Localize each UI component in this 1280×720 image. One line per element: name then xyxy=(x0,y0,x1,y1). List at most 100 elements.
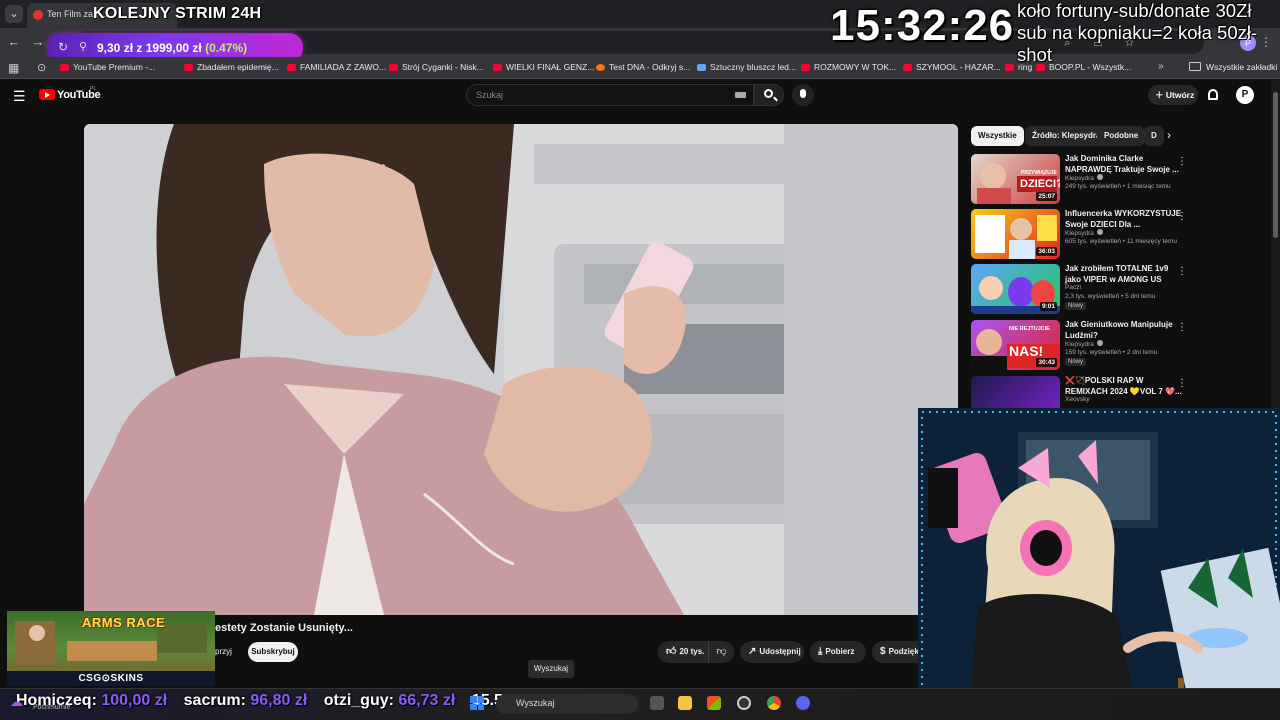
bookmark-item[interactable]: YouTube Premium -... xyxy=(60,62,155,72)
webcam-scene-illustration xyxy=(918,408,1280,720)
verified-badge-icon xyxy=(1096,340,1103,346)
subscribe-button[interactable]: Subskrybuj xyxy=(248,642,298,662)
task-view-icon[interactable] xyxy=(650,696,664,710)
apps-grid-icon[interactable]: ▦ xyxy=(8,61,19,75)
notifications-bell-icon[interactable] xyxy=(1208,89,1218,100)
share-button[interactable]: ↗ Udostępnij xyxy=(740,641,804,663)
screen: ⌄ Ten Film za 7... KOLEJNY STRIM 24H ← →… xyxy=(0,0,1280,720)
recommendation-item[interactable]: NIE REJTUJCIE NAS! 30:43 Jak Gieniutkowo… xyxy=(971,320,1271,372)
reload-icon[interactable]: ↻ xyxy=(58,40,68,54)
forward-arrow-icon[interactable]: → xyxy=(30,34,46,50)
more-options-icon[interactable]: ⋮ xyxy=(1177,211,1187,222)
recommendation-title[interactable]: Jak Gieniutkowo Manipuluje Ludźmi? xyxy=(1065,320,1183,341)
youtube-logo-icon[interactable] xyxy=(39,89,55,100)
steam-icon[interactable] xyxy=(737,696,751,710)
thumbnail-headline: DZIECI? xyxy=(1020,178,1060,190)
microsoft-store-icon[interactable] xyxy=(707,696,721,710)
channel-name[interactable]: przyj xyxy=(215,647,232,656)
thanks-button[interactable]: $ Podzięk xyxy=(872,641,919,663)
recommendation-meta: 249 tys. wyświetleń • 1 miesiąc temu xyxy=(1065,183,1171,190)
verified-badge-icon xyxy=(1096,229,1103,235)
download-label: Pobierz xyxy=(825,647,855,656)
bookmark-item[interactable]: FAMILIADA Z ZAWO... xyxy=(287,62,386,72)
keyboard-icon[interactable] xyxy=(735,92,746,98)
video-player[interactable] xyxy=(84,124,958,615)
scrollbar-thumb[interactable] xyxy=(1273,92,1278,238)
recommendation-title[interactable]: Jak Dominika Clarke NAPRAWDĘ Traktuje Sw… xyxy=(1065,154,1183,175)
weather-icon: ☁ xyxy=(10,694,23,709)
stream-goal-overlay: koło fortuny-sub/donate 30Zł sub na kopn… xyxy=(1017,0,1258,65)
video-thumbnail[interactable]: PRZYWIĄZUJE DZIECI? 25:07 xyxy=(971,154,1060,204)
download-button[interactable]: ⤓ Pobierz xyxy=(810,641,866,663)
video-duration: 30:43 xyxy=(1036,358,1057,367)
recommendation-item[interactable]: 9:01 Jak zrobiłem TOTALNE 1v9 jako VIPER… xyxy=(971,264,1271,316)
youtube-favicon-icon xyxy=(33,10,43,20)
search-tooltip: Wyszukaj xyxy=(528,660,574,678)
bookmark-item[interactable]: Zbadałem epidemię... xyxy=(184,62,279,72)
menu-hamburger-icon[interactable]: ☰ xyxy=(13,88,26,105)
windows-start-icon[interactable] xyxy=(470,696,484,710)
more-options-icon[interactable]: ⋮ xyxy=(1177,266,1187,277)
tab-search-button[interactable]: ⌄ xyxy=(5,5,23,23)
thumbnail-headline: NAS! xyxy=(1009,343,1044,359)
youtube-account-avatar[interactable]: P xyxy=(1236,86,1254,104)
thumbs-down-icon: 👎︎ xyxy=(716,646,727,657)
recommendation-channel[interactable]: Klepsydra xyxy=(1065,174,1103,182)
dislike-button[interactable]: 👎︎ xyxy=(708,641,734,663)
back-arrow-icon[interactable]: ← xyxy=(6,34,22,50)
recommendation-item[interactable]: 36:03 Influencerka WYKORZYSTUJE Swoje DZ… xyxy=(971,209,1271,261)
bookmark-item[interactable]: Sztuczny bluszcz led... xyxy=(697,62,796,72)
create-label: Utwórz xyxy=(1165,90,1195,100)
site-info-icon[interactable]: ⚲ xyxy=(79,40,87,53)
recommendation-channel[interactable]: Paczi xyxy=(1065,284,1081,291)
create-button[interactable]: ＋ Utwórz xyxy=(1148,85,1198,105)
youtube-search-button[interactable] xyxy=(754,84,784,106)
voice-search-mic-icon[interactable] xyxy=(792,84,814,106)
bookmark-item[interactable]: Strój Cyganki - Nisk... xyxy=(389,62,484,72)
new-badge: Nowy xyxy=(1065,302,1087,310)
chrome-icon[interactable]: ⊙ xyxy=(37,61,46,74)
like-button[interactable]: 👍︎ 20 tys. xyxy=(658,641,708,663)
recommendation-item[interactable]: PRZYWIĄZUJE DZIECI? 25:07 Jak Dominika C… xyxy=(971,154,1271,206)
chip-similar[interactable]: Podobne xyxy=(1097,126,1146,146)
video-thumbnail[interactable]: NIE REJTUJCIE NAS! 30:43 xyxy=(971,320,1060,370)
bookmark-item[interactable]: WIELKI FINAŁ GENZ... xyxy=(493,62,594,72)
weather-label: Pochmurnie xyxy=(33,704,71,711)
bookmark-item[interactable]: Test DNA - Odkryj s... xyxy=(596,62,690,72)
chip-source[interactable]: Źródło: Klepsydra xyxy=(1025,126,1108,146)
more-options-icon[interactable]: ⋮ xyxy=(1177,156,1187,167)
video-duration: 25:07 xyxy=(1036,192,1057,201)
more-options-icon[interactable]: ⋮ xyxy=(1177,322,1187,333)
ticker-donor-name: sacrum: xyxy=(183,692,246,709)
webcam-overlay xyxy=(918,408,1280,720)
video-duration: 9:01 xyxy=(1039,302,1057,311)
taskbar-search[interactable]: Wyszukaj xyxy=(496,694,638,714)
video-thumbnail[interactable]: 36:03 xyxy=(971,209,1060,259)
bookmark-item[interactable]: SZYMOOL - HAZAR... xyxy=(903,62,1001,72)
more-options-icon[interactable]: ⋮ xyxy=(1177,378,1187,389)
recommendation-channel[interactable]: Klepsydra xyxy=(1065,229,1103,237)
stream-title-overlay: KOLEJNY STRIM 24H xyxy=(93,5,262,22)
discord-icon[interactable] xyxy=(796,696,810,710)
recommendation-channel[interactable]: Xeovsky xyxy=(1065,396,1090,403)
recommendation-title[interactable]: Influencerka WYKORZYSTUJE Swoje DZIECI D… xyxy=(1065,209,1183,230)
chevron-right-icon[interactable]: › xyxy=(1167,128,1171,142)
chip-all[interactable]: Wszystkie xyxy=(971,126,1024,146)
share-icon: ↗ xyxy=(748,646,757,657)
chip-more[interactable]: D xyxy=(1144,126,1164,146)
bookmark-item[interactable]: ROZMOWY W TOK... xyxy=(801,62,896,72)
recommendation-title[interactable]: Jak zrobiłem TOTALNE 1v9 jako VIPER w AM… xyxy=(1065,264,1183,285)
thanks-icon: $ xyxy=(880,646,886,657)
donation-separator: z xyxy=(136,41,143,55)
recommendation-title[interactable]: ❌🏹POLSKI RAP W REMIXACH 2024 💛VOL 7 💖... xyxy=(1065,376,1183,397)
chrome-taskbar-icon[interactable] xyxy=(767,696,781,710)
video-thumbnail[interactable]: 9:01 xyxy=(971,264,1060,314)
page-scrollbar[interactable] xyxy=(1271,80,1280,410)
youtube-search-input[interactable]: Szukaj xyxy=(466,84,754,106)
recommendation-channel-name: Klepsydra xyxy=(1065,341,1094,348)
new-badge: Nowy xyxy=(1065,358,1087,366)
file-explorer-icon[interactable] xyxy=(678,696,692,710)
recommendation-channel[interactable]: Klepsydra xyxy=(1065,340,1103,348)
thanks-label: Podzięk xyxy=(888,647,919,656)
donation-target: 1999,00 zł xyxy=(145,41,202,55)
